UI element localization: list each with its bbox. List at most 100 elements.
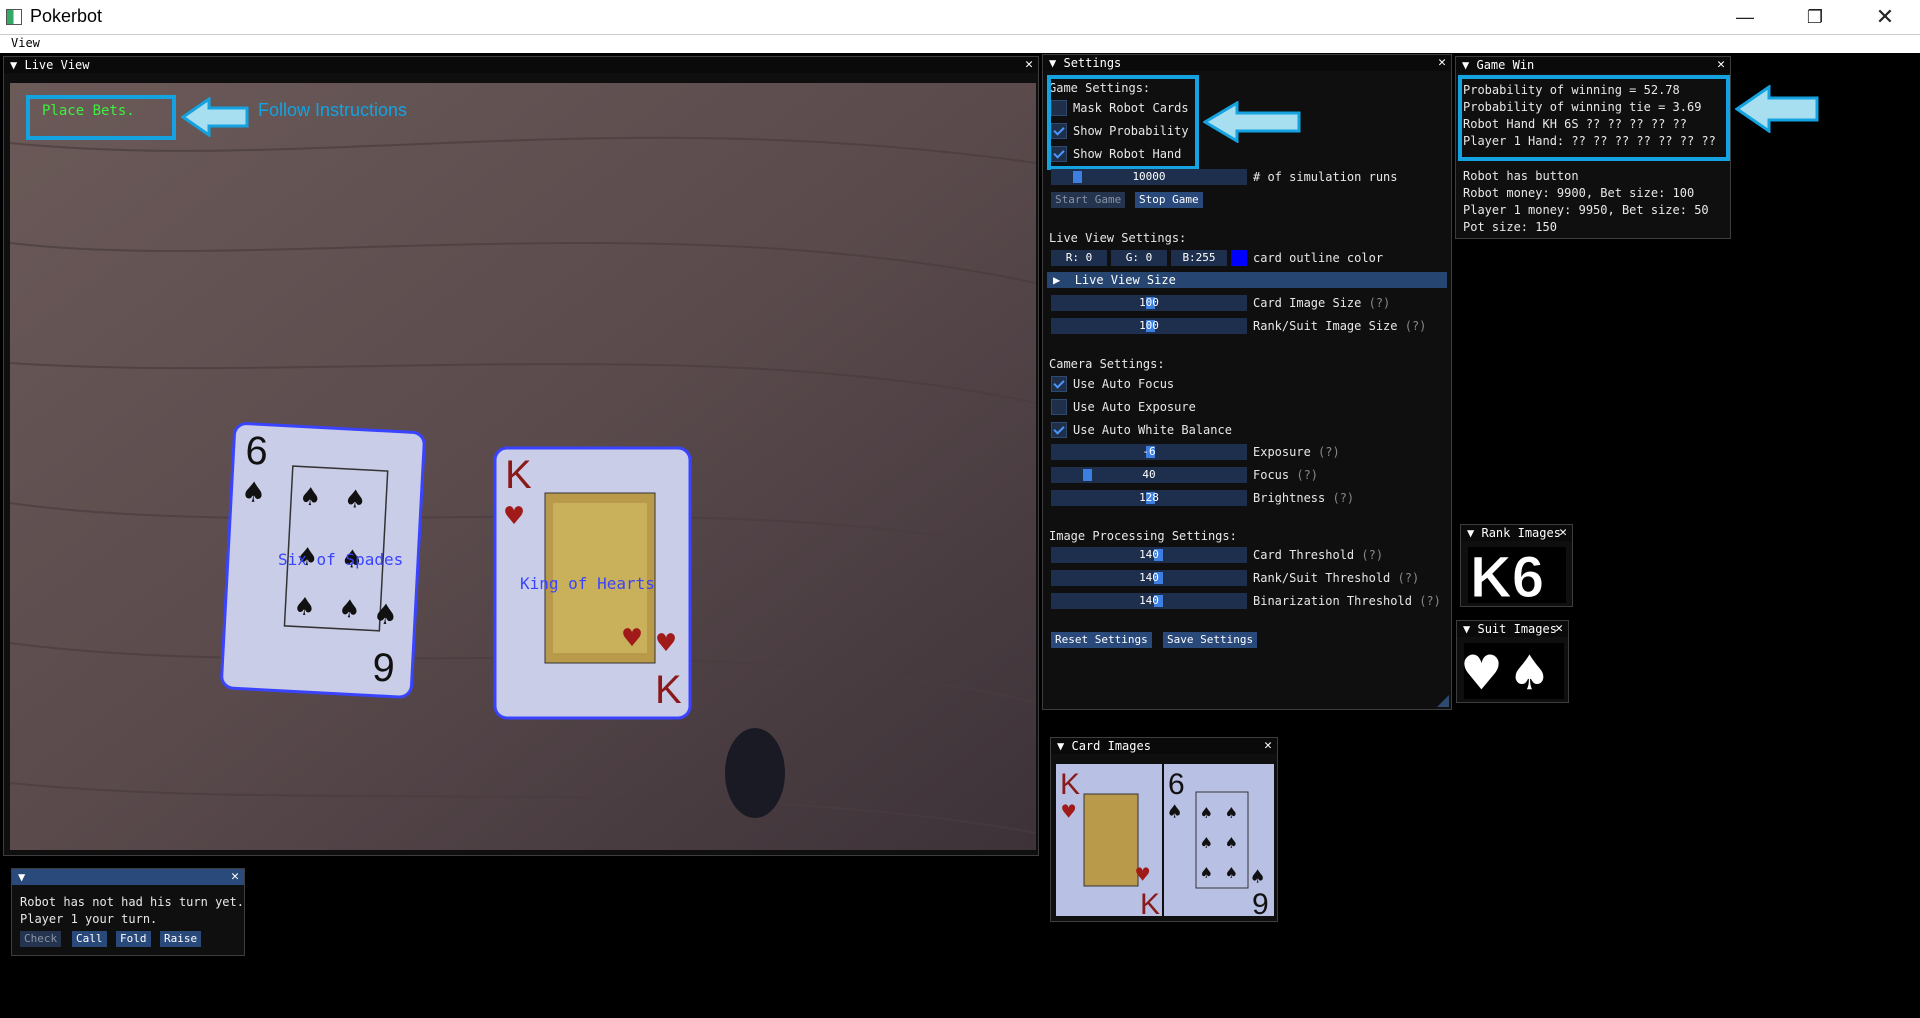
- close-icon[interactable]: ✕: [231, 869, 239, 885]
- collapse-arrow-icon[interactable]: ▼: [1463, 622, 1470, 636]
- card-image-size-value: 100: [1139, 296, 1159, 309]
- svg-text:♠: ♠: [1226, 863, 1237, 884]
- rank-images-titlebar[interactable]: ▼ Rank Images ✕: [1461, 525, 1572, 541]
- robot-money: Robot money: 9900, Bet size: 100: [1463, 186, 1695, 200]
- menu-view[interactable]: View: [11, 36, 40, 50]
- svg-text:♥: ♥: [657, 626, 675, 661]
- turn-titlebar[interactable]: ▼ ✕: [12, 869, 244, 885]
- red-input[interactable]: R: 0: [1051, 250, 1107, 266]
- svg-text:♠: ♠: [1201, 803, 1212, 824]
- color-swatch[interactable]: [1231, 250, 1247, 266]
- live-view-size-label: Live View Size: [1074, 273, 1176, 287]
- exposure-label: Exposure (?): [1253, 445, 1340, 459]
- collapse-arrow-icon[interactable]: ▼: [1049, 56, 1056, 70]
- stop-game-button[interactable]: Stop Game: [1135, 192, 1203, 208]
- card-threshold-slider[interactable]: 140: [1051, 547, 1247, 563]
- green-input[interactable]: G: 0: [1111, 250, 1167, 266]
- live-view-size-header[interactable]: ▶ Live View Size: [1047, 272, 1447, 288]
- card-image-size-slider[interactable]: 100: [1051, 295, 1247, 311]
- close-icon[interactable]: ✕: [1559, 525, 1567, 541]
- suit-images-title: Suit Images: [1477, 622, 1557, 636]
- focus-slider[interactable]: 40: [1051, 467, 1247, 483]
- svg-text:♠: ♠: [1168, 800, 1181, 825]
- auto-focus-checkbox[interactable]: [1051, 376, 1067, 392]
- simulation-runs-value: 10000: [1132, 170, 1166, 183]
- camera-feed: 6 ♠ ♠ ♠ ♠ ♠ ♠ ♠ ♠ 9 Six of Spades K ♥ ♥: [10, 83, 1036, 850]
- turn-window: ▼ ✕ Robot has not had his turn yet. Play…: [11, 868, 245, 956]
- simulation-runs-label: # of simulation runs: [1253, 170, 1398, 184]
- collapse-arrow-icon[interactable]: ▼: [1462, 58, 1469, 72]
- focus-label: Focus (?): [1253, 468, 1319, 482]
- svg-text:♠: ♠: [242, 473, 265, 514]
- exposure-value: -6: [1142, 445, 1156, 458]
- call-button[interactable]: Call: [72, 931, 107, 947]
- game-win-title: Game Win: [1476, 58, 1535, 72]
- check-button[interactable]: Check: [20, 931, 62, 947]
- live-view-titlebar[interactable]: ▼ Live View ✕: [4, 57, 1038, 73]
- settings-titlebar[interactable]: ▼ Settings ✕: [1043, 55, 1451, 71]
- auto-exposure-checkbox[interactable]: [1051, 399, 1067, 415]
- collapse-arrow-icon[interactable]: ▼: [1057, 739, 1064, 753]
- binarization-threshold-label: Binarization Threshold (?): [1253, 594, 1441, 608]
- svg-text:K: K: [505, 453, 532, 497]
- suit-images-titlebar[interactable]: ▼ Suit Images ✕: [1457, 621, 1568, 637]
- svg-text:♥: ♥: [1136, 863, 1150, 888]
- restore-button[interactable]: ❐: [1780, 0, 1850, 34]
- exposure-slider[interactable]: -6: [1051, 444, 1247, 460]
- collapsed-arrow-icon: ▶: [1053, 273, 1061, 287]
- blue-input[interactable]: B:255: [1171, 250, 1227, 266]
- spade-icon: ♠: [1512, 643, 1547, 699]
- wood-knot: [725, 728, 785, 818]
- card-images-titlebar[interactable]: ▼ Card Images ✕: [1051, 738, 1277, 754]
- close-icon[interactable]: ✕: [1025, 57, 1033, 73]
- settings-window: ▼ Settings ✕ Game Settings: Mask Robot C…: [1042, 54, 1452, 710]
- card-outline-label: card outline color: [1253, 251, 1384, 265]
- svg-text:♠: ♠: [1226, 803, 1237, 824]
- raise-button[interactable]: Raise: [160, 931, 202, 947]
- live-view-title: Live View: [24, 58, 90, 72]
- fold-button[interactable]: Fold: [116, 931, 151, 947]
- title-bar: Pokerbot — ❐ ✕: [0, 0, 1920, 34]
- close-icon[interactable]: ✕: [1438, 55, 1446, 71]
- app-icon: [6, 9, 22, 25]
- pot-size: Pot size: 150: [1463, 220, 1557, 234]
- binarization-threshold-slider[interactable]: 140: [1051, 593, 1247, 609]
- collapse-arrow-icon[interactable]: ▼: [18, 870, 25, 884]
- svg-text:K6: K6: [1470, 547, 1544, 603]
- svg-text:♠: ♠: [374, 595, 397, 636]
- save-settings-button[interactable]: Save Settings: [1163, 632, 1258, 648]
- card2-label: King of Hearts: [520, 574, 655, 593]
- start-game-button[interactable]: Start Game: [1051, 192, 1126, 208]
- svg-text:♠: ♠: [1201, 863, 1212, 884]
- svg-text:♥: ♥: [623, 621, 641, 656]
- card-threshold-value: 140: [1139, 548, 1159, 561]
- brightness-slider[interactable]: 128: [1051, 490, 1247, 506]
- auto-white-balance-label: Use Auto White Balance: [1073, 423, 1232, 437]
- suit-images-window: ▼ Suit Images ✕ ♥ ♠: [1456, 620, 1569, 707]
- button-holder: Robot has button: [1463, 169, 1579, 183]
- simulation-runs-slider[interactable]: 10000: [1051, 169, 1247, 185]
- close-window-button[interactable]: ✕: [1850, 0, 1920, 34]
- brightness-label: Brightness (?): [1253, 491, 1355, 505]
- game-win-titlebar[interactable]: ▼ Game Win ✕: [1456, 57, 1730, 73]
- close-icon[interactable]: ✕: [1717, 57, 1725, 73]
- card-image-king-of-hearts: K ♥ ♥ K: [1056, 764, 1162, 916]
- rank-suit-image-size-slider[interactable]: 100: [1051, 318, 1247, 334]
- rank-images-window: ▼ Rank Images ✕ K6: [1460, 524, 1573, 611]
- collapse-arrow-icon[interactable]: ▼: [10, 58, 17, 72]
- annotation-text: Follow Instructions: [258, 100, 408, 120]
- resize-grip-icon[interactable]: [1437, 695, 1449, 707]
- collapse-arrow-icon[interactable]: ▼: [1467, 526, 1474, 540]
- rank-suit-threshold-slider[interactable]: 140: [1051, 570, 1247, 586]
- focus-value: 40: [1142, 468, 1156, 481]
- suit-glyphs: ♥ ♠: [1464, 639, 1547, 707]
- rank-suit-image-size-label: Rank/Suit Image Size (?): [1253, 319, 1427, 333]
- card-images-title: Card Images: [1071, 739, 1151, 753]
- svg-text:6: 6: [1168, 768, 1185, 801]
- close-icon[interactable]: ✕: [1555, 621, 1563, 637]
- binarization-threshold-value: 140: [1139, 594, 1159, 607]
- close-icon[interactable]: ✕: [1264, 738, 1272, 754]
- reset-settings-button[interactable]: Reset Settings: [1051, 632, 1152, 648]
- auto-white-balance-checkbox[interactable]: [1051, 422, 1067, 438]
- minimize-button[interactable]: —: [1710, 0, 1780, 34]
